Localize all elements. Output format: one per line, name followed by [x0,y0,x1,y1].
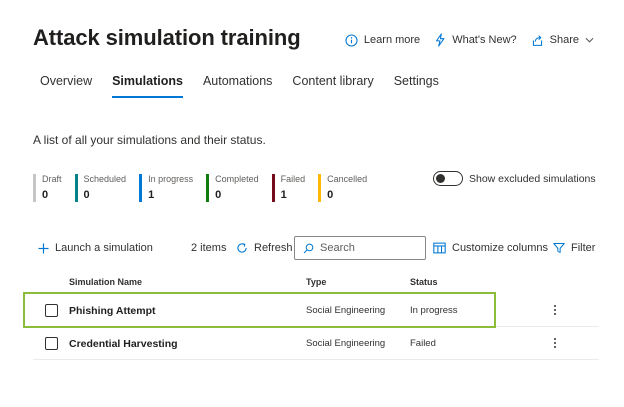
toggle-knob [436,174,445,183]
search-input[interactable] [320,242,416,254]
learn-more-label: Learn more [363,34,421,46]
filter-label: Filter [571,242,596,254]
stat-in-progress: In progress 1 [139,174,193,202]
whats-new-link[interactable]: What's New? [434,33,517,47]
more-options-icon[interactable] [549,334,561,352]
stat-count: 1 [148,189,155,201]
show-excluded-toggle[interactable] [433,171,463,186]
column-header-name[interactable]: Simulation Name [69,277,142,287]
whats-new-label: What's New? [452,34,517,46]
stat-count: 0 [215,189,222,201]
search-icon [303,243,314,253]
tab-overview[interactable]: Overview [40,74,92,94]
table-row[interactable]: Phishing Attempt Social Engineering In p… [33,294,599,327]
items-count: 2 items [191,242,227,254]
tab-bar: Overview Simulations Automations Content… [40,74,439,98]
columns-icon [433,242,446,254]
tab-settings[interactable]: Settings [394,74,439,94]
share-button[interactable]: Share [531,34,594,47]
share-icon [532,34,542,46]
filter-icon [553,243,565,253]
column-header-status[interactable]: Status [410,277,438,287]
stat-count: 1 [280,189,287,201]
tab-simulations[interactable]: Simulations [112,74,183,98]
status-summary: Draft 0 Scheduled 0 In progress 1 Comple… [33,174,380,202]
simulation-type: Social Engineering [306,305,386,316]
command-bar: Launch a simulation 2 items Refresh Cust… [38,236,598,260]
page-description: A list of all your simulations and their… [33,133,266,147]
stat-cancelled: Cancelled 0 [318,174,367,202]
customize-columns-button[interactable]: Customize columns [433,236,548,260]
lightning-icon [436,33,445,47]
more-options-icon[interactable] [549,301,561,319]
refresh-icon [237,243,247,253]
stat-label: Cancelled [327,174,368,184]
refresh-button[interactable]: Refresh [236,236,293,260]
row-checkbox[interactable] [45,337,58,350]
plus-icon [38,242,49,254]
stat-completed: Completed 0 [206,174,259,202]
table-row[interactable]: Credential Harvesting Social Engineering… [33,327,599,360]
launch-simulation-label: Launch a simulation [55,242,153,254]
share-label: Share [549,34,579,46]
stat-label: In progress [148,174,194,184]
refresh-label: Refresh [254,242,293,254]
stat-label: Completed [215,174,259,184]
stat-label: Scheduled [83,174,127,184]
stat-label: Failed [280,174,306,184]
tab-automations[interactable]: Automations [203,74,272,94]
simulation-status: Failed [410,338,436,349]
info-icon [345,33,358,47]
search-box[interactable] [294,236,426,260]
tab-content-library[interactable]: Content library [292,74,373,94]
stat-count: 0 [327,189,334,201]
header-actions: Learn more What's New? Share [345,33,594,47]
simulation-name[interactable]: Phishing Attempt [69,305,156,317]
simulation-name[interactable]: Credential Harvesting [69,338,178,350]
simulations-table: Simulation Name Type Status Phishing Att… [33,270,599,360]
simulation-status: In progress [410,305,458,316]
simulation-type: Social Engineering [306,338,386,349]
column-header-type[interactable]: Type [306,277,326,287]
stat-label: Draft [42,174,62,184]
filter-button[interactable]: Filter [553,236,595,260]
customize-columns-label: Customize columns [452,242,548,254]
page-title: Attack simulation training [33,25,301,50]
show-excluded-toggle-group: Show excluded simulations [433,171,596,186]
launch-simulation-button[interactable]: Launch a simulation [38,236,153,260]
stat-count: 0 [42,189,49,201]
stat-scheduled: Scheduled 0 [74,174,127,202]
chevron-down-icon [585,37,594,43]
stat-failed: Failed 1 [271,174,306,202]
learn-more-link[interactable]: Learn more [345,33,421,47]
stat-count: 0 [83,189,90,201]
show-excluded-label: Show excluded simulations [469,172,596,185]
row-checkbox[interactable] [45,304,58,317]
table-header: Simulation Name Type Status [33,270,599,294]
stat-draft: Draft 0 [33,174,62,202]
